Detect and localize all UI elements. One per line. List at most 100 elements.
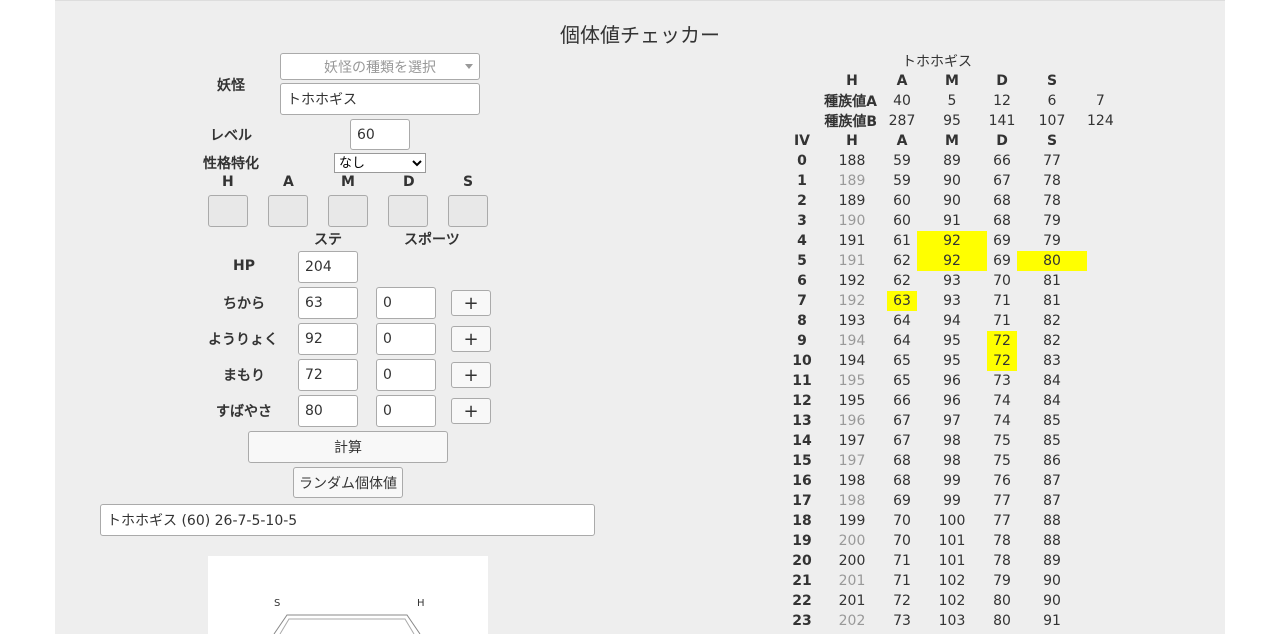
stat-label-subayasa: すばやさ bbox=[216, 404, 272, 420]
iv-row: 10 194 65 95 72 83 bbox=[787, 351, 1114, 371]
youkai-label: 妖怪 bbox=[217, 78, 245, 94]
iv-cell: 201 bbox=[838, 573, 866, 589]
iv-cell: 194 bbox=[838, 333, 866, 349]
stat-box-h[interactable] bbox=[208, 195, 248, 227]
iv-cell: 71 bbox=[993, 313, 1011, 329]
sports-input-chikara[interactable]: 0 bbox=[376, 287, 436, 319]
iv-cell: 200 bbox=[838, 553, 866, 569]
iv-cell: 80 bbox=[993, 613, 1011, 629]
base-a-cell: 7 bbox=[1095, 93, 1105, 109]
table-corner bbox=[787, 71, 817, 91]
iv-row: 5 191 62 92 69 80 bbox=[787, 251, 1114, 271]
plus-button-youryoku[interactable]: + bbox=[451, 326, 491, 352]
base-a-cell: 40 bbox=[893, 93, 911, 109]
iv-row: 13 196 67 97 74 85 bbox=[787, 411, 1114, 431]
iv-table-container: トホホギス H A M D S 種族値A 40 5 12 6 7 種族値B 287 95 141 107 124… bbox=[787, 53, 1114, 631]
iv-cell: 68 bbox=[993, 193, 1011, 209]
stat-input-mamori[interactable]: 72 bbox=[298, 359, 358, 391]
iv-cell: 62 bbox=[893, 253, 911, 269]
species-select[interactable]: 妖怪の種類を選択 bbox=[280, 53, 480, 80]
stat-box-s[interactable] bbox=[448, 195, 488, 227]
plus-button-chikara[interactable]: + bbox=[451, 290, 491, 316]
iv-cell: 81 bbox=[1043, 293, 1061, 309]
result-output[interactable]: トホホギス (60) 26-7-5-10-5 bbox=[100, 504, 595, 536]
iv-cell: 78 bbox=[1043, 193, 1061, 209]
base-b-cell: 287 bbox=[888, 113, 916, 129]
hp-input[interactable]: 204 bbox=[298, 251, 358, 283]
iv-cell: 82 bbox=[1043, 313, 1061, 329]
iv-cell: 77 bbox=[993, 493, 1011, 509]
iv-cell: 101 bbox=[938, 553, 966, 569]
iv-cell: 69 bbox=[893, 493, 911, 509]
iv-cell: 191 bbox=[838, 233, 866, 249]
level-input[interactable]: 60 bbox=[350, 119, 410, 150]
iv-row: 0 188 59 89 66 77 bbox=[787, 151, 1114, 171]
iv-cell: 193 bbox=[838, 313, 866, 329]
base-b-cell: 124 bbox=[1087, 113, 1114, 129]
sports-input-youryoku[interactable]: 0 bbox=[376, 323, 436, 355]
plus-button-mamori[interactable]: + bbox=[451, 362, 491, 388]
iv-cell: 94 bbox=[943, 313, 961, 329]
iv-row-label: 9 bbox=[797, 333, 807, 349]
iv-row: 15 197 68 98 75 86 bbox=[787, 451, 1114, 471]
random-iv-button[interactable]: ランダム個体値 bbox=[293, 467, 403, 498]
iv-cell: 75 bbox=[993, 453, 1011, 469]
stat-header-d: D bbox=[403, 174, 415, 190]
calculate-button[interactable]: 計算 bbox=[248, 431, 448, 463]
iv-cell: 60 bbox=[893, 193, 911, 209]
iv-cell: 188 bbox=[838, 153, 866, 169]
radar-svg: S H bbox=[273, 598, 425, 635]
iv-row: 1 189 59 90 67 78 bbox=[787, 171, 1114, 191]
iv-cell: 76 bbox=[993, 473, 1011, 489]
stat-input-chikara[interactable]: 63 bbox=[298, 287, 358, 319]
iv-cell: 67 bbox=[893, 433, 911, 449]
iv-cell: 101 bbox=[938, 533, 966, 549]
iv-col-header: A bbox=[896, 133, 908, 149]
iv-cell: 74 bbox=[993, 393, 1011, 409]
iv-cell: 75 bbox=[993, 433, 1011, 449]
name-input[interactable]: トホホギス bbox=[280, 83, 480, 115]
iv-cell: 91 bbox=[943, 213, 961, 229]
iv-col-header: IV bbox=[793, 133, 811, 149]
iv-cell: 68 bbox=[893, 473, 911, 489]
sports-input-mamori[interactable]: 0 bbox=[376, 359, 436, 391]
nature-select[interactable]: なし bbox=[334, 153, 426, 173]
iv-cell: 91 bbox=[1043, 613, 1061, 629]
iv-cell: 98 bbox=[943, 433, 961, 449]
plus-button-subayasa[interactable]: + bbox=[451, 398, 491, 424]
stat-input-youryoku[interactable]: 92 bbox=[298, 323, 358, 355]
iv-cell: 70 bbox=[893, 533, 911, 549]
iv-cell: 100 bbox=[938, 513, 966, 529]
stat-input-subayasa[interactable]: 80 bbox=[298, 395, 358, 427]
iv-cell: 194 bbox=[838, 353, 866, 369]
iv-cell: 62 bbox=[893, 273, 911, 289]
stat-box-d[interactable] bbox=[388, 195, 428, 227]
iv-cell: 79 bbox=[1043, 233, 1061, 249]
sports-input-subayasa[interactable]: 0 bbox=[376, 395, 436, 427]
iv-row: 17 198 69 99 77 87 bbox=[787, 491, 1114, 511]
iv-cell: 87 bbox=[1043, 473, 1061, 489]
iv-row-label: 12 bbox=[792, 393, 812, 409]
stat-header-m: M bbox=[341, 174, 355, 190]
iv-cell: 71 bbox=[993, 293, 1011, 309]
stat-box-a[interactable] bbox=[268, 195, 308, 227]
iv-cell: 85 bbox=[1043, 413, 1061, 429]
stat-label-chikara: ちから bbox=[223, 296, 265, 312]
iv-cell: 86 bbox=[1043, 453, 1061, 469]
iv-row-label: 23 bbox=[792, 613, 812, 629]
iv-cell: 198 bbox=[838, 473, 866, 489]
iv-cell: 71 bbox=[893, 573, 911, 589]
main-panel: 個体値チェッカー 妖怪 妖怪の種類を選択 トホホギス レベル 60 性格特化 な… bbox=[55, 0, 1225, 635]
base-a-row: 種族値A 40 5 12 6 7 bbox=[787, 91, 1114, 111]
iv-cell: 69 bbox=[993, 253, 1011, 269]
iv-cell: 70 bbox=[893, 513, 911, 529]
iv-row-label: 17 bbox=[792, 493, 812, 509]
base-b-row: 種族値B 287 95 141 107 124 bbox=[787, 111, 1114, 131]
iv-cell: 78 bbox=[1043, 173, 1061, 189]
iv-cell: 89 bbox=[1043, 553, 1061, 569]
table-header-row: HAMDS bbox=[787, 71, 1114, 91]
iv-header-row: IV H A M D S bbox=[787, 131, 1114, 151]
iv-cell: 70 bbox=[993, 273, 1011, 289]
iv-cell: 68 bbox=[993, 213, 1011, 229]
stat-box-m[interactable] bbox=[328, 195, 368, 227]
